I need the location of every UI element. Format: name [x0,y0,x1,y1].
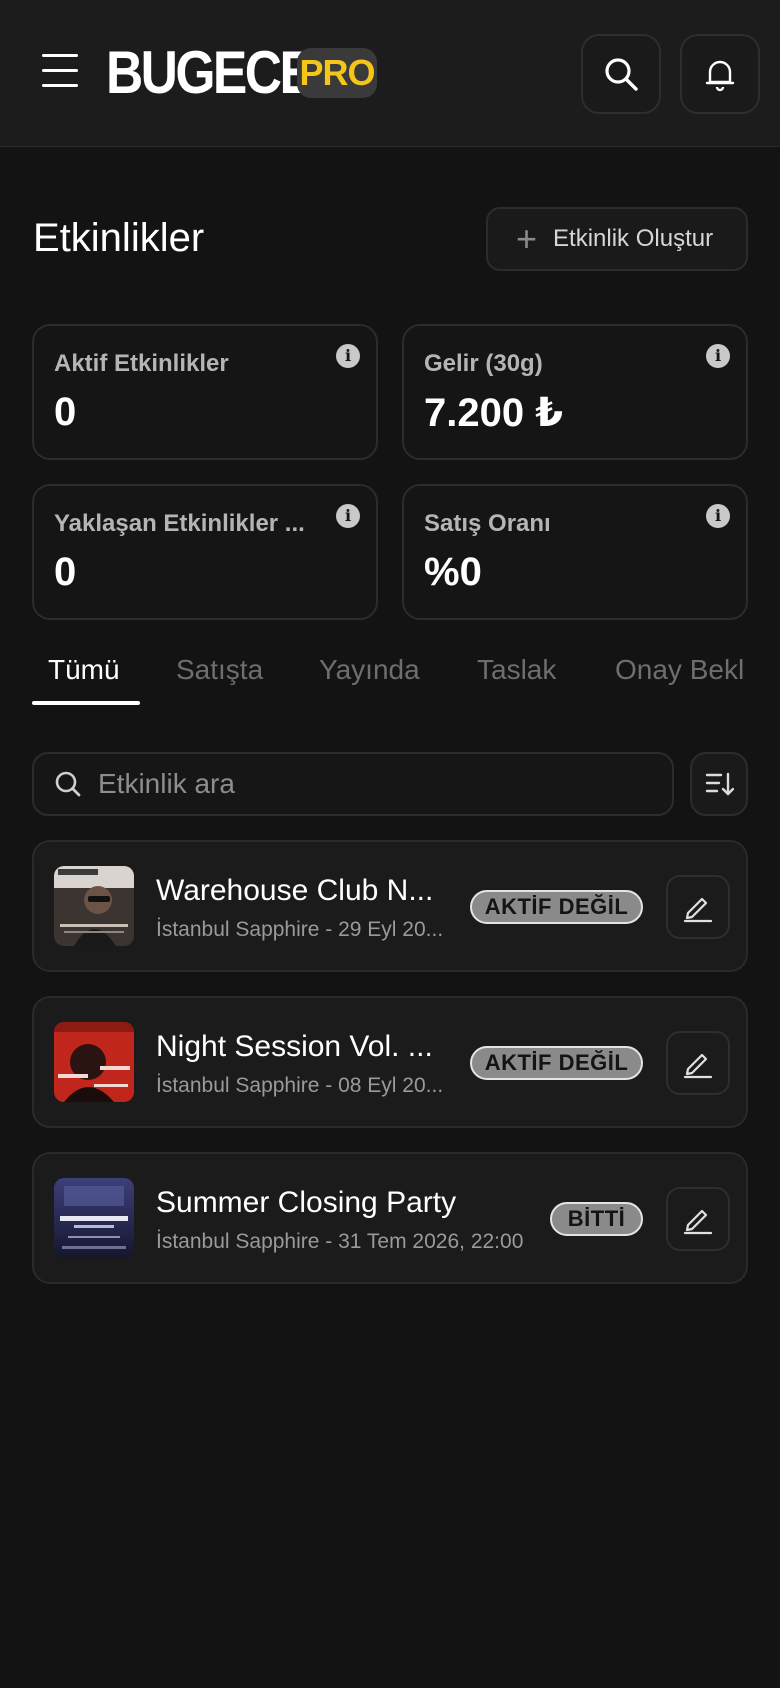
stat-value: 0 [54,550,77,594]
sort-icon [705,772,734,796]
info-icon[interactable]: i [336,504,360,528]
event-title: Summer Closing Party [156,1186,457,1219]
info-icon[interactable]: i [706,344,730,368]
stat-label: Yaklaşan Etkinlikler ... [54,510,305,537]
event-poster-image [54,866,134,946]
tab-draft[interactable]: Taslak [477,654,556,686]
stat-card-upcoming-events: Yaklaşan Etkinlikler ... i 0 [32,484,378,620]
stat-label: Aktif Etkinlikler [54,350,229,377]
tab-on-sale[interactable]: Satışta [176,654,263,686]
event-venue-date: İstanbul Sapphire - 08 Eyl 20... [156,1074,444,1097]
edit-event-button[interactable] [666,1031,730,1095]
app-logo: BUGECE [106,39,314,106]
stat-card-revenue: Gelir (30g) i 7.200 ₺ [402,324,748,460]
event-card[interactable]: Summer Closing Party İstanbul Sapphire -… [32,1152,748,1284]
active-tab-indicator [32,701,140,705]
edit-icon [683,897,713,923]
notifications-button[interactable] [680,34,760,114]
search-bar [32,752,674,816]
event-title: Warehouse Club N... [156,874,434,907]
event-poster-image [54,1178,134,1258]
search-icon [605,58,638,91]
info-icon[interactable]: i [706,504,730,528]
edit-event-button[interactable] [666,875,730,939]
event-card[interactable]: Night Session Vol. ... İstanbul Sapphire… [32,996,748,1128]
create-event-button[interactable]: + Etkinlik Oluştur [486,207,748,271]
page-title: Etkinlikler [33,216,205,260]
search-button[interactable] [581,34,661,114]
event-venue-date: İstanbul Sapphire - 31 Tem 2026, 22:00 [156,1230,524,1253]
app-header: BUGECE PRO [0,0,780,147]
status-badge: BİTTİ [550,1202,643,1236]
sort-button[interactable] [690,752,748,816]
filter-tabs: Tümü Satışta Yayında Taslak Onay Bekl [0,650,780,706]
event-title: Night Session Vol. ... [156,1030,433,1063]
info-icon[interactable]: i [336,344,360,368]
edit-icon [683,1053,713,1079]
event-poster-image [54,1022,134,1102]
status-badge: AKTİF DEĞİL [470,1046,643,1080]
pro-badge: PRO [297,48,377,98]
bell-icon [705,60,735,92]
stat-value: 0 [54,390,77,434]
stat-value: %0 [424,550,482,594]
tab-all[interactable]: Tümü [48,654,120,686]
stat-card-active-events: Aktif Etkinlikler i 0 [32,324,378,460]
search-input[interactable] [98,768,638,800]
create-event-label: Etkinlik Oluştur [553,225,714,252]
edit-event-button[interactable] [666,1187,730,1251]
tab-pending-approval[interactable]: Onay Bekl [615,654,744,686]
event-venue-date: İstanbul Sapphire - 29 Eyl 20... [156,918,444,941]
plus-icon: + [516,218,538,259]
edit-icon [683,1209,713,1235]
stat-card-sales-rate: Satış Oranı i %0 [402,484,748,620]
search-icon [55,771,81,797]
hamburger-menu-icon[interactable] [42,54,78,88]
stat-label: Gelir (30g) [424,350,543,377]
status-badge: AKTİF DEĞİL [470,890,643,924]
stat-value: 7.200 ₺ [424,391,564,435]
event-card[interactable]: Warehouse Club N... İstanbul Sapphire - … [32,840,748,972]
tab-published[interactable]: Yayında [319,654,420,686]
stat-label: Satış Oranı [424,510,551,537]
